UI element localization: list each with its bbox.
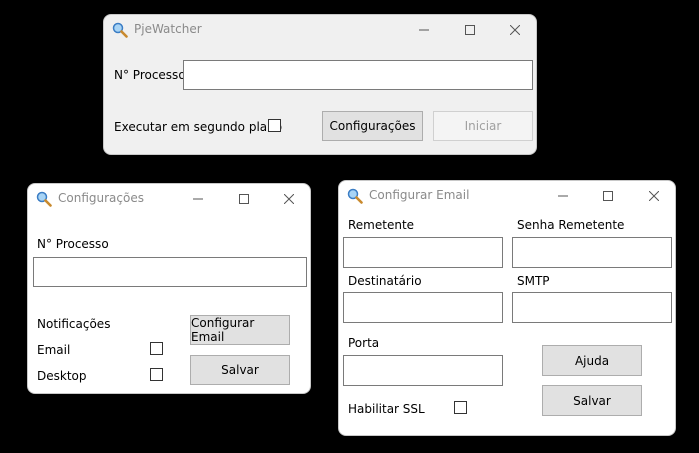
porta-label: Porta [348,336,380,350]
title-bar[interactable]: Configurações [28,184,310,214]
close-button[interactable] [266,184,310,214]
email-checkbox[interactable] [150,342,163,355]
minimize-icon [558,195,568,197]
close-button[interactable] [631,181,675,211]
habilitar-ssl-checkbox[interactable] [454,401,467,414]
senha-remetente-label: Senha Remetente [517,218,625,232]
processo-label: N° Processo [114,68,186,82]
close-icon [649,191,659,201]
configurar-email-button[interactable]: Configurar Email [190,315,290,345]
window-title: Configurar Email [369,188,470,202]
smtp-input[interactable] [512,292,672,323]
desktop-checkbox[interactable] [150,368,163,381]
maximize-icon [239,194,249,204]
title-bar[interactable]: PjeWatcher [104,15,536,45]
destinatario-input[interactable] [343,292,503,323]
magnifier-icon [112,22,128,38]
salvar-button[interactable]: Salvar [542,385,642,416]
pjewatcher-window: PjeWatcher N° Processo Executar em segun… [103,14,537,155]
habilitar-ssl-label: Habilitar SSL [348,402,425,416]
maximize-button[interactable] [585,181,631,211]
window-title: PjeWatcher [134,22,202,36]
remetente-input[interactable] [343,237,503,268]
close-icon [510,25,520,35]
background-label: Executar em segundo plano [114,120,283,134]
background-checkbox[interactable] [268,119,281,132]
close-icon [284,194,294,204]
minimize-button[interactable] [401,15,447,45]
magnifier-icon [36,191,52,207]
minimize-button[interactable] [540,181,586,211]
window-title: Configurações [58,191,144,205]
processo-label: N° Processo [37,237,109,251]
minimize-button[interactable] [175,184,221,214]
senha-remetente-input[interactable] [512,237,672,268]
configuracoes-button[interactable]: Configurações [322,111,423,141]
destinatario-label: Destinatário [348,274,422,288]
minimize-icon [193,198,203,200]
notificacoes-label: Notificações [37,317,111,331]
configuracoes-window: Configurações N° Processo Notificações E… [27,183,311,394]
processo-input[interactable] [33,257,307,287]
salvar-button[interactable]: Salvar [190,355,290,385]
maximize-icon [603,191,613,201]
ajuda-button[interactable]: Ajuda [542,345,642,376]
close-button[interactable] [492,15,536,45]
smtp-label: SMTP [517,274,550,288]
maximize-button[interactable] [221,184,267,214]
configurar-email-window: Configurar Email Remetente Senha Remeten… [338,180,676,436]
minimize-icon [419,29,429,31]
email-label: Email [37,343,71,357]
title-bar[interactable]: Configurar Email [339,181,675,211]
desktop-label: Desktop [37,369,87,383]
magnifier-icon [347,188,363,204]
maximize-icon [465,25,475,35]
remetente-label: Remetente [348,218,415,232]
maximize-button[interactable] [447,15,493,45]
processo-input[interactable] [183,60,533,90]
porta-input[interactable] [343,355,503,386]
iniciar-button[interactable]: Iniciar [433,111,533,141]
